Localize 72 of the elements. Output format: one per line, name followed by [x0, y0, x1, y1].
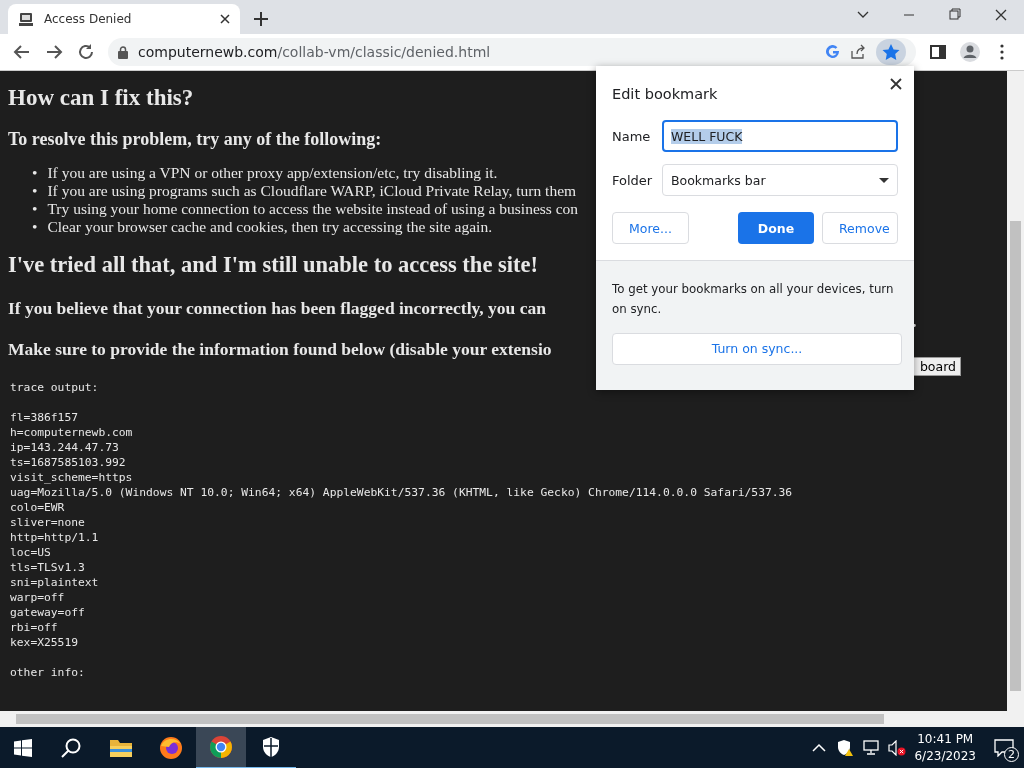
- trace-line: uag=Mozilla/5.0 (Windows NT 10.0; Win64; x64) AppleWebKit/537.36 (KHTML, like Gecko) Chrome/114.0.0.0 Safari/537.36: [10, 485, 794, 500]
- trace-line: colo=EWR: [10, 500, 66, 515]
- clock[interactable]: 10:41 PM 6/23/2023: [906, 731, 984, 765]
- google-icon[interactable]: [826, 45, 840, 59]
- list-item: If you are using programs such as Cloudflare WARP, iCloud Private Relay, turn them: [47, 182, 577, 200]
- dialog-button[interactable]: Done: [738, 212, 814, 244]
- bullet-marker: •: [32, 218, 38, 236]
- url-text: computernewb.com/collab-vm/classic/denied.html: [138, 44, 491, 60]
- field-label: Folder: [612, 172, 654, 188]
- copy-button[interactable]: board: [914, 357, 961, 376]
- search-icon: [60, 737, 82, 759]
- caret-icon: [879, 177, 889, 183]
- trace-title: trace output:: [10, 380, 100, 395]
- share-icon[interactable]: [850, 44, 866, 60]
- shield-icon: [261, 736, 281, 758]
- list-item: Try using your home connection to access the website instead of using a business con: [47, 200, 579, 218]
- notification-count: 2: [1004, 747, 1019, 762]
- firefox-icon: [159, 736, 183, 760]
- paragraph: If you believe that your connection has been flagged incorrectly, you can: [8, 298, 546, 319]
- address-bar[interactable]: computernewb.com/collab-vm/classic/denied.html: [108, 38, 916, 66]
- sync-button[interactable]: Turn on sync...: [612, 333, 902, 365]
- computer-icon: [18, 11, 34, 27]
- list-item: If you are using a VPN or other proxy app/extension/etc, try disabling it.: [47, 164, 498, 182]
- clock-date: 6/23/2023: [914, 748, 976, 765]
- windows-icon[interactable]: [14, 739, 32, 757]
- trace-line: fl=386f157: [10, 410, 79, 425]
- page-heading: How can I fix this?: [8, 85, 194, 111]
- star-icon[interactable]: [876, 39, 906, 65]
- trace-line: sni=plaintext: [10, 575, 100, 590]
- list-item: Clear your browser cache and cookies, then try accessing the site again.: [47, 218, 493, 236]
- taskbar-app[interactable]: [196, 727, 246, 768]
- page-heading: I've tried all that, and I'm still unable to access the site!: [8, 252, 538, 278]
- dialog-button[interactable]: More...: [612, 212, 689, 244]
- trace-line: loc=US: [10, 545, 52, 560]
- trace-line: rbi=off: [10, 620, 59, 635]
- close-icon[interactable]: [220, 14, 230, 24]
- trace-line: ip=143.244.47.73: [10, 440, 120, 455]
- trace-line: ts=1687585103.992: [10, 455, 127, 470]
- trace-line: warp=off: [10, 590, 66, 605]
- trace-line: sliver=none: [10, 515, 86, 530]
- chevron-up-icon[interactable]: [812, 743, 827, 753]
- bullet-marker: •: [32, 200, 38, 218]
- dialog-button[interactable]: Remove: [822, 212, 898, 244]
- trace-line: gateway=off: [10, 605, 86, 620]
- trace-line: tls=TLSv1.3: [10, 560, 86, 575]
- network-icon[interactable]: [862, 740, 881, 756]
- browser-tab[interactable]: Access Denied: [8, 4, 240, 34]
- field-label: Name: [612, 128, 652, 144]
- shield-warning-icon[interactable]: [836, 739, 855, 757]
- chrome-icon: [209, 735, 233, 759]
- speaker-muted-icon[interactable]: [888, 740, 907, 756]
- trace-line: http=http/1.1: [10, 530, 100, 545]
- folder-dropdown[interactable]: Bookmarks bar: [662, 164, 898, 196]
- folder-icon: [109, 738, 133, 758]
- bullet-marker: •: [32, 164, 38, 182]
- section-heading: To resolve this problem, try any of the following:: [8, 129, 382, 150]
- trace-line: visit_scheme=https: [10, 470, 134, 485]
- name-field[interactable]: WELL FUCK: [662, 120, 898, 152]
- bullet-marker: •: [32, 182, 38, 200]
- notification-icon[interactable]: [994, 739, 1014, 757]
- lock-icon: [118, 45, 128, 59]
- sync-message: To get your bookmarks on all your devices, turn on sync.: [612, 281, 895, 318]
- trace-title: other info:: [10, 665, 86, 680]
- paragraph: Make sure to provide the information found below (disable your extensio: [8, 339, 552, 360]
- trace-line: h=computernewb.com: [10, 425, 134, 440]
- plus-icon[interactable]: [254, 12, 268, 26]
- horizontal-scrollbar[interactable]: [0, 711, 1024, 727]
- trace-line: kex=X25519: [10, 635, 79, 650]
- clock-time: 10:41 PM: [916, 731, 975, 748]
- tab-title: Access Denied: [44, 12, 133, 26]
- vertical-scrollbar[interactable]: [1007, 71, 1024, 711]
- dialog-title: Edit bookmark: [612, 86, 719, 102]
